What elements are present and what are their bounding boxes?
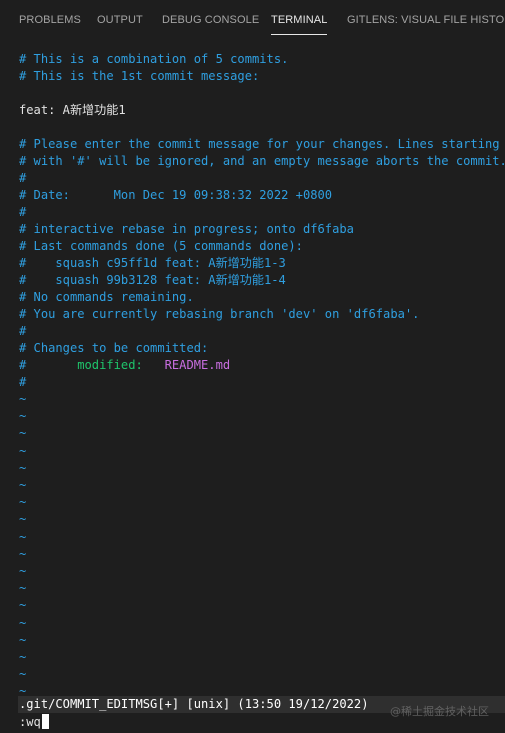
panel-tab-bar: PROBLEMS OUTPUT DEBUG CONSOLE TERMINAL G… [0, 0, 505, 38]
tilde-line: ~ [19, 392, 27, 406]
editor-line: # Last commands done (5 commands done): [19, 239, 303, 253]
editor-line: # [19, 171, 27, 185]
editor-line: # This is a combination of 5 commits. [19, 52, 289, 66]
tilde-line: ~ [19, 512, 27, 527]
editor-line: # with '#' will be ignored, and an empty… [19, 154, 505, 168]
editor-line: # Changes to be committed: [19, 341, 209, 355]
tilde-line: ~ [19, 495, 27, 510]
comment-hash: # [19, 358, 27, 372]
tab-debug-console[interactable]: DEBUG CONSOLE [162, 0, 259, 38]
editor-line: # squash c95ff1d feat: A新增功能1-3 [19, 256, 286, 270]
status-line-text: .git/COMMIT_EDITMSG[+] [unix] (13:50 19/… [19, 697, 369, 711]
editor-line: # [19, 205, 27, 219]
editor-line: # [19, 324, 27, 338]
tilde-line: ~ [19, 426, 27, 441]
commit-message-line: feat: A新增功能1 [19, 103, 126, 117]
tilde-line: ~ [19, 632, 27, 647]
editor-line: # squash 99b3128 feat: A新增功能1-4 [19, 273, 286, 287]
tilde-line: ~ [19, 581, 27, 596]
tilde-line: ~ [19, 615, 27, 630]
tilde-line: ~ [19, 443, 27, 458]
terminal-pane[interactable]: # This is a combination of 5 commits. # … [0, 38, 505, 733]
tilde-line: ~ [19, 478, 27, 492]
editor-line: # You are currently rebasing branch 'dev… [19, 307, 420, 321]
tilde-line: ~ [19, 460, 27, 475]
tilde-line: ~ [19, 409, 27, 424]
modified-filename: README.md [164, 358, 231, 372]
tilde-line: ~ [19, 650, 27, 664]
tab-gitlens-visual-file-history[interactable]: GITLENS: VISUAL FILE HISTORY [347, 0, 505, 38]
tilde-line: ~ [19, 546, 27, 561]
editor-line: # interactive rebase in progress; onto d… [19, 222, 354, 236]
command-text: :wq [19, 715, 41, 729]
text-cursor [41, 714, 49, 729]
tab-output[interactable]: OUTPUT [97, 0, 143, 38]
modified-file-line: # modified: README.md [19, 357, 230, 374]
editor-line: # [19, 375, 27, 389]
tilde-line: ~ [19, 667, 27, 682]
tilde-line: ~ [19, 564, 27, 578]
watermark: @稀土掘金技术社区 [390, 705, 489, 718]
vim-command-line[interactable]: :wq [19, 714, 49, 731]
editor-line: # Please enter the commit message for yo… [19, 137, 500, 151]
tilde-line: ~ [19, 598, 27, 613]
modified-label: modified: [77, 358, 143, 372]
tilde-line: ~ [19, 529, 27, 544]
tab-terminal[interactable]: TERMINAL [271, 0, 328, 38]
editor-line: # No commands remaining. [19, 290, 194, 304]
editor-line: # Date: Mon Dec 19 09:38:32 2022 +0800 [19, 188, 333, 202]
tab-problems[interactable]: PROBLEMS [19, 0, 81, 38]
editor-line: # This is the 1st commit message: [19, 69, 260, 83]
